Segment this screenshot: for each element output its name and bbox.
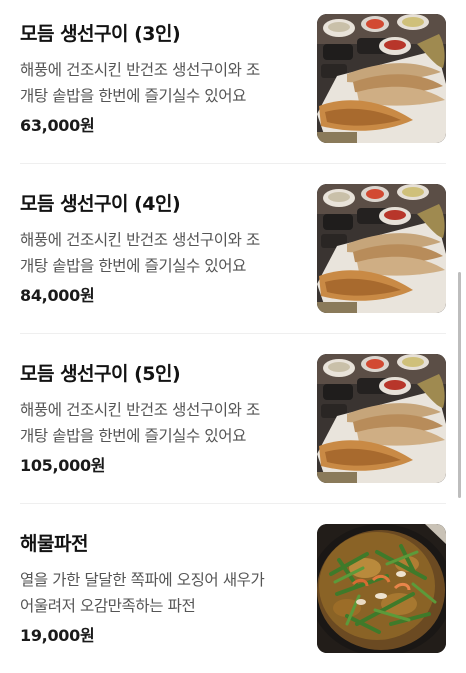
menu-item-photo-seafood-pancake[interactable] — [317, 524, 446, 653]
menu-item-grilled-fish-5[interactable]: 모듬 생선구이 (5인) 해풍에 건조시킨 반건조 생선구이와 조 개탕 솥밥을… — [0, 354, 466, 524]
menu-item-name: 해물파전 — [20, 533, 88, 555]
menu-item-description-line: 해풍에 건조시킨 반건조 생선구이와 조 — [20, 231, 260, 249]
menu-item-photo-grilled-fish[interactable] — [317, 14, 446, 143]
menu-item-description-line: 개탕 솥밥을 한번에 즐기실수 있어요 — [20, 427, 247, 445]
menu-item-price: 19,000원 — [20, 626, 95, 645]
menu-item-name: 모듬 생선구이 (5인) — [20, 363, 181, 385]
menu-item-description: 열을 가한 달달한 쪽파에 오징어 새우가 어울려저 오감만족하는 파전 — [20, 567, 300, 619]
menu-item-description: 해풍에 건조시킨 반건조 생선구이와 조 개탕 솥밥을 한번에 즐기실수 있어요 — [20, 397, 300, 449]
menu-list: 모듬 생선구이 (3인) 해풍에 건조시킨 반건조 생선구이와 조 개탕 솥밥을… — [0, 0, 466, 673]
scrollbar-thumb[interactable] — [458, 272, 461, 498]
menu-item-photo-grilled-fish[interactable] — [317, 354, 446, 483]
menu-item-description-line: 개탕 솥밥을 한번에 즐기실수 있어요 — [20, 87, 247, 105]
menu-item-description-line: 해풍에 건조시킨 반건조 생선구이와 조 — [20, 61, 260, 79]
menu-item-description-line: 열을 가한 달달한 쪽파에 오징어 새우가 — [20, 571, 265, 589]
menu-item-description: 해풍에 건조시킨 반건조 생선구이와 조 개탕 솥밥을 한번에 즐기실수 있어요 — [20, 227, 300, 279]
menu-item-description-line: 어울려저 오감만족하는 파전 — [20, 597, 196, 615]
menu-item-grilled-fish-4[interactable]: 모듬 생선구이 (4인) 해풍에 건조시킨 반건조 생선구이와 조 개탕 솥밥을… — [0, 184, 466, 354]
menu-item-name: 모듬 생선구이 (3인) — [20, 23, 181, 45]
menu-item-description-line: 개탕 솥밥을 한번에 즐기실수 있어요 — [20, 257, 247, 275]
menu-item-photo-grilled-fish[interactable] — [317, 184, 446, 313]
menu-item-text: 모듬 생선구이 (5인) 해풍에 건조시킨 반건조 생선구이와 조 개탕 솥밥을… — [20, 360, 300, 479]
menu-item-text: 모듬 생선구이 (4인) 해풍에 건조시킨 반건조 생선구이와 조 개탕 솥밥을… — [20, 190, 300, 309]
menu-item-seafood-pancake[interactable]: 해물파전 열을 가한 달달한 쪽파에 오징어 새우가 어울려저 오감만족하는 파… — [0, 524, 466, 673]
divider — [20, 163, 446, 164]
menu-item-price: 63,000원 — [20, 116, 95, 135]
menu-item-description: 해풍에 건조시킨 반건조 생선구이와 조 개탕 솥밥을 한번에 즐기실수 있어요 — [20, 57, 300, 109]
menu-item-name: 모듬 생선구이 (4인) — [20, 193, 181, 215]
menu-item-description-line: 해풍에 건조시킨 반건조 생선구이와 조 — [20, 401, 260, 419]
menu-item-text: 해물파전 열을 가한 달달한 쪽파에 오징어 새우가 어울려저 오감만족하는 파… — [20, 530, 300, 649]
menu-item-grilled-fish-3[interactable]: 모듬 생선구이 (3인) 해풍에 건조시킨 반건조 생선구이와 조 개탕 솥밥을… — [0, 14, 466, 184]
menu-item-price: 105,000원 — [20, 456, 106, 475]
divider — [20, 503, 446, 504]
menu-item-text: 모듬 생선구이 (3인) 해풍에 건조시킨 반건조 생선구이와 조 개탕 솥밥을… — [20, 20, 300, 139]
menu-item-price: 84,000원 — [20, 286, 95, 305]
divider — [20, 333, 446, 334]
